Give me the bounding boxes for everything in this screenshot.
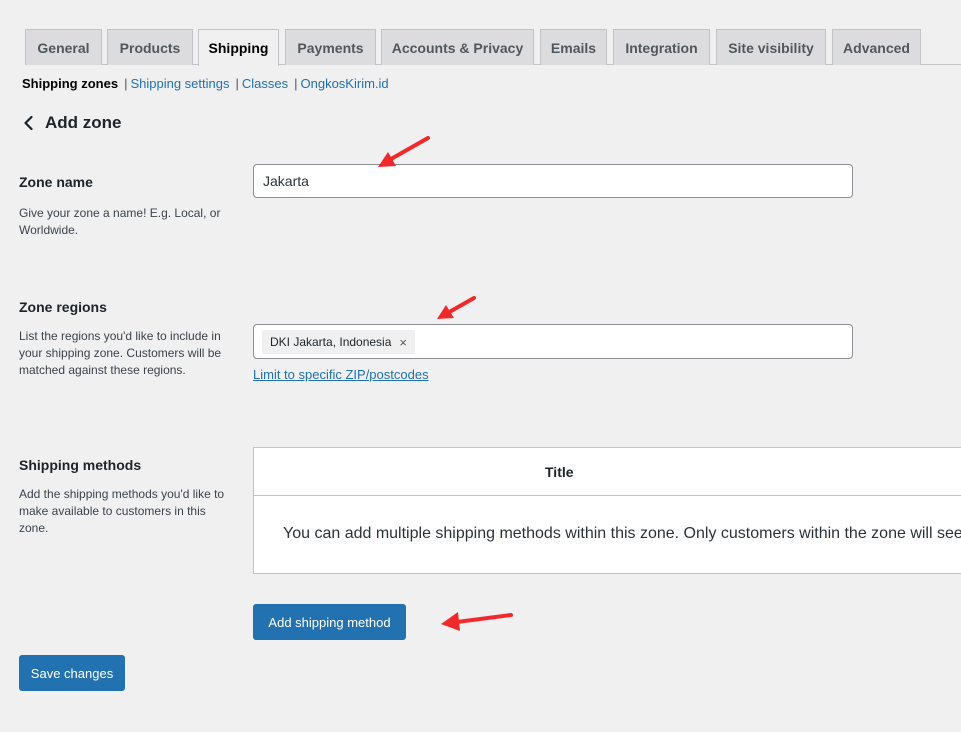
zone-regions-description: List the regions you'd like to include i… (19, 329, 222, 377)
tab-products[interactable]: Products (107, 29, 193, 65)
tab-advanced[interactable]: Advanced (832, 29, 921, 65)
annotation-arrow-icon (437, 296, 476, 319)
zone-regions-label: Zone regions (19, 299, 107, 315)
column-title: Title (545, 464, 574, 480)
subnav-separator: | (294, 76, 298, 91)
limit-postcodes-link[interactable]: Limit to specific ZIP/postcodes (253, 367, 429, 382)
shipping-methods-table: Title You can add multiple shipping meth… (253, 447, 961, 574)
subnav-separator: | (124, 76, 128, 91)
page-title: Add zone (45, 113, 122, 132)
tab-site-visibility[interactable]: Site visibility (716, 29, 826, 65)
region-chip: DKI Jakarta, Indonesia × (262, 330, 415, 354)
tab-integration[interactable]: Integration (613, 29, 710, 65)
tab-accounts-privacy[interactable]: Accounts & Privacy (381, 29, 534, 65)
empty-methods-message: You can add multiple shipping methods wi… (283, 525, 961, 542)
table-header: Title (254, 448, 961, 496)
subnav-classes[interactable]: Classes (242, 76, 288, 91)
add-shipping-method-button[interactable]: Add shipping method (253, 604, 406, 640)
region-chip-label: DKI Jakarta, Indonesia (270, 335, 392, 349)
save-changes-button[interactable]: Save changes (19, 655, 125, 691)
zone-name-label: Zone name (19, 174, 93, 190)
zone-name-description: Give your zone a name! E.g. Local, or Wo… (19, 206, 221, 237)
zone-name-input[interactable]: Jakarta (253, 164, 853, 198)
zone-regions-select[interactable]: DKI Jakarta, Indonesia × (253, 324, 853, 359)
tab-general[interactable]: General (25, 29, 102, 65)
annotation-arrow-icon (441, 612, 513, 631)
subnav-separator: | (235, 76, 239, 91)
settings-tabs: General Products Shipping Payments Accou… (25, 29, 961, 66)
subnav-shipping-zones[interactable]: Shipping zones (22, 76, 118, 91)
shipping-methods-label: Shipping methods (19, 457, 142, 473)
tab-emails[interactable]: Emails (540, 29, 607, 65)
annotation-arrow-icon (378, 136, 430, 167)
page-header: Add zone (19, 113, 122, 133)
chevron-left-icon[interactable] (19, 113, 39, 133)
shipping-methods-description: Add the shipping methods you'd like to m… (19, 487, 225, 535)
chip-remove-icon[interactable]: × (399, 335, 407, 350)
shipping-subnav: Shipping zones | Shipping settings | Classes… (22, 76, 389, 91)
subnav-ongkoskirim[interactable]: OngkosKirim.id (301, 76, 389, 91)
subnav-shipping-settings[interactable]: Shipping settings (130, 76, 229, 91)
tab-shipping[interactable]: Shipping (198, 29, 279, 66)
tab-payments[interactable]: Payments (285, 29, 376, 65)
